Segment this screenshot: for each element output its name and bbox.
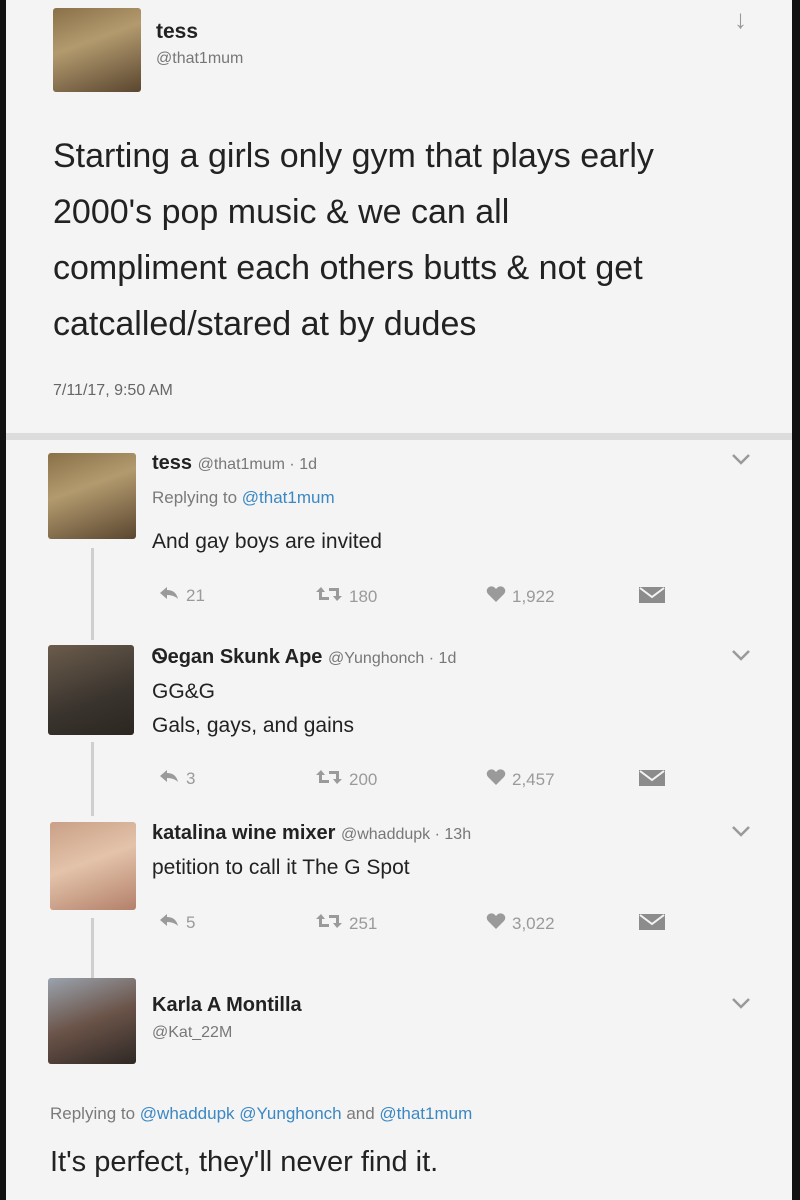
reply-author: tess @that1mum · 1d (152, 452, 317, 475)
tweet-text-line: Starting a girls only gym that plays ear… (53, 137, 654, 175)
reply-action[interactable]: 21 (158, 585, 205, 606)
avatar[interactable] (48, 453, 136, 539)
retweet-count: 180 (349, 586, 378, 606)
chevron-down-icon[interactable] (730, 996, 752, 1015)
like-count: 2,457 (512, 769, 555, 789)
like-action[interactable]: 3,022 (486, 912, 555, 935)
reply-icon (158, 585, 180, 606)
chevron-down-icon[interactable] (730, 648, 752, 667)
replying-prefix: Replying to (152, 488, 242, 507)
reply-count: 5 (186, 912, 196, 932)
reply-meta[interactable]: @that1mum · 1d (198, 456, 317, 473)
like-count: 1,922 (512, 586, 555, 606)
author-handle[interactable]: @that1mum (156, 50, 243, 68)
reply-count: 21 (186, 585, 205, 605)
retweet-action[interactable]: 251 (315, 912, 377, 935)
reply-text: GG&G (152, 680, 216, 703)
retweet-count: 251 (349, 913, 378, 933)
retweet-icon (315, 768, 343, 791)
reply-author-name[interactable]: katalina wine mixer (152, 822, 335, 844)
reply-author-name[interactable]: tess (152, 452, 192, 474)
reply-text: petition to call it The G Spot (152, 856, 410, 879)
like-count: 3,022 (512, 913, 555, 933)
tweet-text: Starting a girls only gym that plays ear… (53, 128, 773, 352)
replying-handles-link[interactable]: @whaddupk @Yunghonch (140, 1104, 342, 1123)
thread-line (91, 742, 94, 816)
avatar[interactable] (48, 978, 136, 1064)
reply-meta[interactable]: @whaddupk · 13h (341, 826, 471, 843)
tweet-text-line: compliment each others butts & not get (53, 249, 643, 287)
retweet-icon (315, 912, 343, 935)
reply-author: Ꮻegan Skunk Ape @Yunghonch · 1d (152, 646, 456, 669)
retweet-action[interactable]: 200 (315, 768, 377, 791)
reply-text: And gay boys are invited (152, 530, 382, 553)
heart-icon (486, 768, 506, 791)
replying-and: and (341, 1104, 380, 1123)
replies-panel (6, 440, 792, 1200)
reply-text: Gals, gays, and gains (152, 714, 354, 737)
retweet-action[interactable]: 180 (315, 585, 377, 608)
message-icon[interactable] (638, 768, 666, 793)
chevron-down-icon[interactable] (730, 824, 752, 843)
message-icon[interactable] (638, 585, 666, 610)
reply-author: katalina wine mixer @whaddupk · 13h (152, 822, 471, 845)
avatar[interactable] (53, 8, 141, 92)
replying-prefix: Replying to (50, 1104, 140, 1123)
avatar[interactable] (50, 822, 136, 910)
like-action[interactable]: 1,922 (486, 585, 555, 608)
replying-handle-link[interactable]: @that1mum (242, 488, 335, 507)
final-author-name[interactable]: Karla A Montilla (152, 994, 302, 1017)
tweet-text-line: 2000's pop music & we can all (53, 193, 510, 231)
like-action[interactable]: 2,457 (486, 768, 555, 791)
reply-action[interactable]: 3 (158, 768, 195, 789)
heart-icon (486, 585, 506, 608)
retweet-count: 200 (349, 769, 378, 789)
reply-count: 3 (186, 768, 196, 788)
thread-line (91, 918, 94, 978)
author-name[interactable]: tess (156, 20, 198, 44)
tweet-timestamp: 7/11/17, 9:50 AM (53, 382, 173, 399)
chevron-down-icon[interactable] (730, 452, 752, 471)
reply-author-name[interactable]: Ꮻegan Skunk Ape (152, 646, 322, 668)
retweet-icon (315, 585, 343, 608)
heart-icon (486, 912, 506, 935)
thread-line (91, 548, 94, 640)
replying-handle-link[interactable]: @that1mum (379, 1104, 472, 1123)
message-icon[interactable] (638, 912, 666, 937)
reply-action[interactable]: 5 (158, 912, 195, 933)
final-author-handle[interactable]: @Kat_22M (152, 1024, 232, 1042)
reply-icon (158, 768, 180, 789)
right-frame-border (792, 0, 800, 1200)
tweet-text-line: catcalled/stared at by dudes (53, 305, 477, 343)
reply-icon (158, 912, 180, 933)
main-tweet-panel: tess @that1mum ↓ Starting a girls only g… (6, 0, 792, 433)
reply-meta[interactable]: @Yunghonch · 1d (328, 650, 456, 667)
divider (6, 433, 792, 440)
replying-to: Replying to @whaddupk @Yunghonch and @th… (50, 1104, 472, 1124)
arrow-down-icon[interactable]: ↓ (734, 4, 747, 35)
final-tweet-text: It's perfect, they'll never find it. (50, 1146, 439, 1178)
replying-to: Replying to @that1mum (152, 488, 335, 508)
avatar[interactable] (48, 645, 134, 735)
